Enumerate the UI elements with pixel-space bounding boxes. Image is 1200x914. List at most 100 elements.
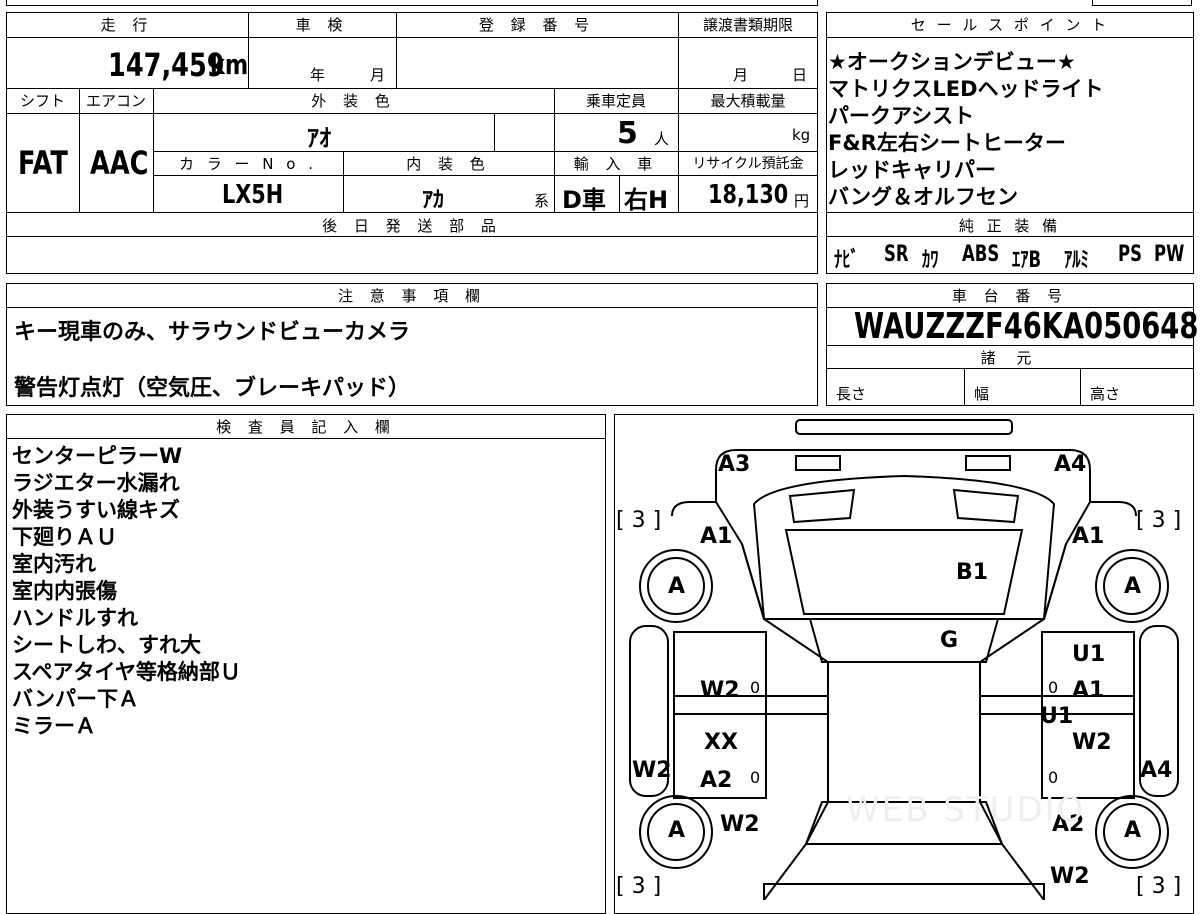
inspector-line: ハンドルすれ bbox=[12, 606, 138, 630]
damage-label-a1-mid: A1 bbox=[1072, 678, 1105, 703]
inspector-line: バンパー下Ａ bbox=[12, 687, 140, 711]
capacity-value: 5 bbox=[617, 116, 638, 151]
inspector-line: 下廻りＡＵ bbox=[12, 525, 117, 549]
sales-point-item: F&R左右シートヒーター bbox=[828, 131, 1066, 155]
damage-label-w2-left-bottom: W2 bbox=[720, 812, 760, 837]
damage-label-w2-right-bottom: W2 bbox=[1050, 864, 1090, 889]
mileage-unit: km bbox=[210, 48, 249, 81]
inspection-year-label: 年 bbox=[310, 66, 326, 84]
inspector-line: 室内汚れ bbox=[12, 552, 96, 576]
tread-depth-label: [ 3 ] bbox=[616, 874, 662, 899]
inspection-month-label: 月 bbox=[370, 66, 386, 84]
damage-label-w2-left: W2 bbox=[632, 758, 672, 783]
equipment-item: ﾅﾋﾞ bbox=[834, 248, 859, 273]
max-load-unit: kg bbox=[792, 126, 811, 144]
length-label: 長さ bbox=[836, 385, 867, 403]
notes-line-1: キー現車のみ、サラウンドビューカメラ bbox=[14, 320, 411, 345]
recycle-label: リサイクル預託金 bbox=[692, 156, 804, 172]
import-d-value: D車 bbox=[562, 186, 606, 214]
tread-depth-label: [ 3 ] bbox=[1136, 874, 1182, 899]
top-strip bbox=[6, 0, 818, 6]
mileage-value: 147,459 bbox=[108, 46, 225, 84]
watermark: WEB STUDIO bbox=[846, 790, 1086, 830]
tire-label: A bbox=[1124, 574, 1142, 599]
equipment-item: ABS bbox=[962, 242, 1000, 267]
width-label: 幅 bbox=[974, 385, 990, 403]
color-no-value: LX5H bbox=[222, 180, 284, 210]
import-label: 輸 入 車 bbox=[573, 155, 659, 173]
genuine-equipment-title: 純 正 装 備 bbox=[958, 217, 1062, 235]
inspection-label: 車 検 bbox=[295, 16, 349, 34]
inspector-line: スペアタイヤ等格納部Ｕ bbox=[12, 660, 241, 684]
zero-mark: 0 bbox=[750, 768, 761, 787]
later-parts-label: 後 日 発 送 部 品 bbox=[322, 217, 502, 235]
exterior-color-label: 外 装 色 bbox=[311, 92, 396, 110]
recycle-value: 18,130 bbox=[708, 180, 789, 210]
inspector-line: ミラーＡ bbox=[12, 714, 96, 738]
damage-label-w2-left-mid: W2 bbox=[700, 678, 740, 703]
damage-label-a2-left: A2 bbox=[700, 768, 733, 793]
equipment-item: PS bbox=[1118, 242, 1142, 267]
recycle-unit: 円 bbox=[794, 192, 810, 210]
specs-label: 諸 元 bbox=[980, 349, 1040, 367]
notes-title: 注 意 事 項 欄 bbox=[337, 287, 487, 305]
inspector-title: 検 査 員 記 入 欄 bbox=[216, 418, 396, 436]
aircon-label: エアコン bbox=[85, 92, 146, 110]
equipment-item: ｱﾙﾐ bbox=[1064, 248, 1089, 273]
sales-point-item: パークアシスト bbox=[828, 104, 975, 128]
damage-label-u1: U1 bbox=[1072, 642, 1106, 667]
interior-color-value: ｱｶ bbox=[422, 188, 445, 213]
sales-point-item: ★オークションデビュー★ bbox=[828, 50, 1076, 74]
registration-label: 登 録 番 号 bbox=[478, 16, 596, 34]
transfer-deadline-label: 譲渡書類期限 bbox=[702, 16, 793, 34]
damage-label-xx: XX bbox=[704, 730, 738, 755]
inspector-line: ラジエター水漏れ bbox=[12, 471, 180, 495]
inspector-line: 室内内張傷 bbox=[12, 579, 117, 603]
zero-mark: 0 bbox=[1048, 678, 1059, 697]
damage-label-b1: B1 bbox=[956, 560, 989, 585]
deadline-day-label: 日 bbox=[792, 66, 808, 84]
interior-color-label: 内 装 色 bbox=[406, 155, 491, 173]
damage-label-w2-right: W2 bbox=[1072, 730, 1112, 755]
interior-suffix: 系 bbox=[534, 192, 550, 210]
equipment-item: SR bbox=[884, 242, 909, 267]
tire-label: A bbox=[1124, 818, 1142, 843]
chassis-number: WAUZZZF46KA050648 bbox=[854, 306, 1199, 347]
sales-point-item: レッドキャリパー bbox=[828, 158, 996, 182]
zero-mark: 0 bbox=[1048, 768, 1059, 787]
shift-label: シフト bbox=[19, 92, 65, 110]
damage-label-a3: A3 bbox=[718, 452, 751, 477]
equipment-item: PW bbox=[1154, 242, 1185, 267]
top-strip-right bbox=[1092, 0, 1192, 6]
tire-label: A bbox=[668, 574, 686, 599]
max-load-label: 最大積載量 bbox=[710, 92, 786, 110]
sales-points-title: セ ー ル ス ポ イ ン ト bbox=[910, 16, 1110, 34]
mileage-label: 走 行 bbox=[100, 16, 154, 34]
tread-depth-label: [ 3 ] bbox=[616, 508, 662, 533]
damage-label-a1-right: A1 bbox=[1072, 524, 1105, 549]
equipment-item: ｶﾜ bbox=[922, 248, 939, 273]
aircon-value: AAC bbox=[90, 144, 149, 182]
sales-point-item: バング＆オルフセン bbox=[828, 185, 1019, 209]
shift-value: FAT bbox=[18, 144, 68, 182]
tire-label: A bbox=[668, 818, 686, 843]
damage-label-g: G bbox=[940, 628, 959, 653]
inspector-line: センターピラーW bbox=[12, 444, 183, 468]
sales-point-item: マトリクスLEDヘッドライト bbox=[828, 77, 1104, 101]
exterior-color-value: ｱｵ bbox=[307, 124, 331, 152]
capacity-label: 乗車定員 bbox=[585, 92, 646, 110]
equipment-item: ｴｱB bbox=[1012, 248, 1042, 273]
damage-label-a4-top: A4 bbox=[1054, 452, 1087, 477]
capacity-unit: 人 bbox=[654, 130, 670, 148]
import-h-value: 右H bbox=[624, 186, 669, 214]
inspector-line: シートしわ、すれ大 bbox=[12, 633, 201, 657]
color-no-label: カ ラ ー N o . bbox=[178, 155, 317, 173]
zero-mark: 0 bbox=[750, 678, 761, 697]
damage-label-a4-right: A4 bbox=[1140, 758, 1173, 783]
deadline-month-label: 月 bbox=[733, 66, 749, 84]
height-label: 高さ bbox=[1090, 385, 1121, 403]
chassis-title: 車 台 番 号 bbox=[951, 287, 1069, 305]
inspector-line: 外装うすい線キズ bbox=[12, 498, 180, 522]
damage-label-u1-low: U1 bbox=[1040, 704, 1074, 729]
damage-label-a1-left: A1 bbox=[700, 524, 733, 549]
